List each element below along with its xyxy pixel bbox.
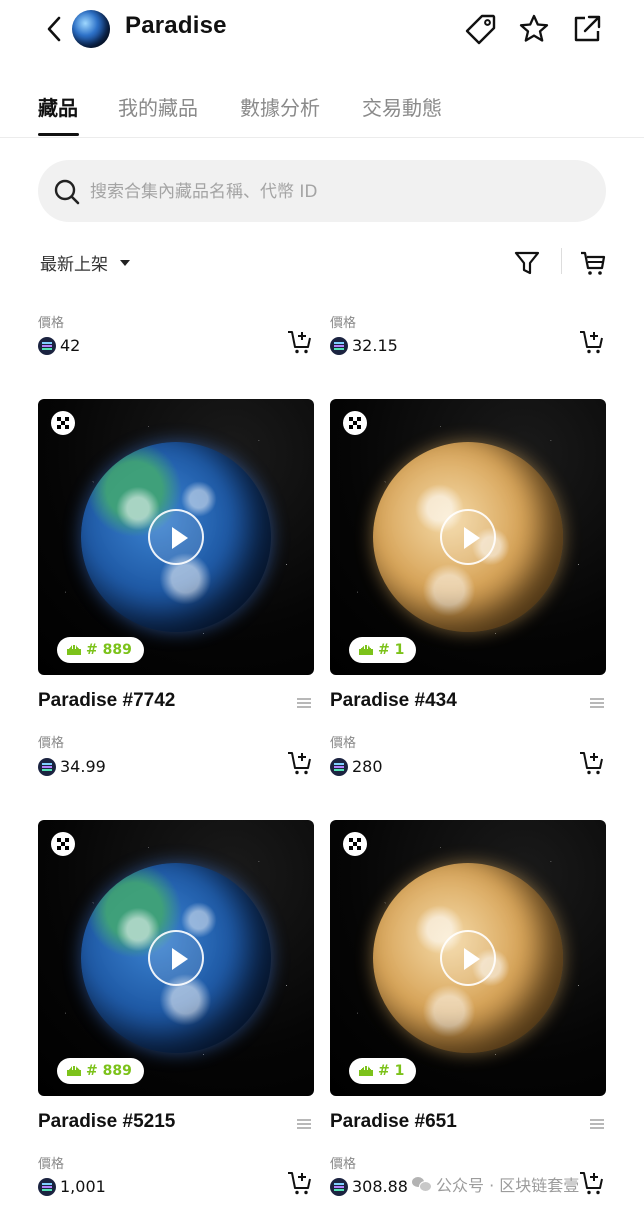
- price: 34.99: [38, 757, 106, 776]
- crown-icon: [67, 645, 81, 655]
- price: 308.88: [330, 1177, 408, 1196]
- rank-badge: # 1: [349, 637, 417, 663]
- price-label: 價格: [330, 316, 357, 331]
- rank-value: # 889: [86, 1063, 132, 1079]
- rank-badge: # 889: [57, 1058, 144, 1084]
- sort-label: 最新上架: [40, 255, 108, 275]
- nft-name[interactable]: Paradise #651: [330, 1111, 457, 1133]
- share-button[interactable]: [570, 12, 604, 46]
- cart-plus-icon: [288, 331, 311, 354]
- nft-name[interactable]: Paradise #7742: [38, 690, 175, 712]
- sort-dropdown[interactable]: 最新上架: [40, 250, 130, 275]
- external-link-icon: [574, 15, 601, 42]
- marketplace-logo-icon: [51, 832, 75, 856]
- nft-card-image[interactable]: # 889: [38, 399, 314, 675]
- chevron-left-icon: [47, 16, 61, 42]
- filter-button[interactable]: [510, 246, 544, 280]
- price-label: 價格: [38, 316, 65, 331]
- price-label: 價格: [38, 736, 65, 751]
- tab-activity[interactable]: 交易動態: [362, 92, 442, 121]
- cart-button[interactable]: [576, 246, 610, 280]
- search-bar[interactable]: [38, 160, 606, 222]
- play-icon[interactable]: [148, 930, 204, 986]
- star-icon: [519, 14, 549, 42]
- crown-icon: [359, 1066, 373, 1076]
- rank-value: # 1: [378, 642, 405, 658]
- tab-analytics[interactable]: 數據分析: [240, 92, 320, 121]
- top-bar: Paradise: [0, 0, 644, 62]
- cart-icon: [581, 251, 606, 275]
- token-icon: [330, 757, 348, 776]
- more-menu-icon[interactable]: [297, 1118, 311, 1130]
- filter-icon: [514, 251, 540, 275]
- token-icon: [330, 336, 348, 355]
- cart-plus-icon: [288, 752, 311, 775]
- token-icon: [38, 1177, 56, 1196]
- add-to-cart-button[interactable]: [285, 1168, 315, 1198]
- crown-icon: [359, 645, 373, 655]
- marketplace-logo-icon: [343, 411, 367, 435]
- rank-badge: # 1: [349, 1058, 417, 1084]
- search-icon: [54, 179, 80, 205]
- nft-card-image[interactable]: # 1: [330, 820, 606, 1096]
- play-icon[interactable]: [148, 509, 204, 565]
- crown-icon: [67, 1066, 81, 1076]
- rank-badge: # 889: [57, 637, 144, 663]
- nft-card-image[interactable]: # 889: [38, 820, 314, 1096]
- add-to-cart-button[interactable]: [285, 327, 315, 357]
- watermark-text: 公众号 · 区块链套壹: [436, 1176, 580, 1195]
- cart-plus-icon: [288, 1172, 311, 1195]
- cart-plus-icon: [580, 752, 603, 775]
- price: 280: [330, 757, 383, 776]
- nft-name[interactable]: Paradise #434: [330, 690, 457, 712]
- price-value: 34.99: [60, 757, 106, 776]
- rank-value: # 1: [378, 1063, 405, 1079]
- price-label: 價格: [38, 1157, 65, 1172]
- cart-plus-icon: [580, 331, 603, 354]
- tab-my-collectibles[interactable]: 我的藏品: [118, 92, 198, 121]
- price: 32.15: [330, 336, 398, 355]
- play-icon[interactable]: [440, 930, 496, 986]
- watermark: 公众号 · 区块链套壹: [412, 1172, 579, 1196]
- back-button[interactable]: [40, 12, 68, 46]
- add-to-cart-button[interactable]: [285, 748, 315, 778]
- more-menu-icon[interactable]: [297, 697, 311, 709]
- price-value: 280: [352, 757, 383, 776]
- tab-collectibles[interactable]: 藏品: [38, 92, 78, 121]
- token-icon: [38, 336, 56, 355]
- collection-title: Paradise: [125, 12, 227, 39]
- add-to-cart-button[interactable]: [577, 327, 607, 357]
- tab-bar: 藏品 我的藏品 數據分析 交易動態: [0, 80, 644, 138]
- more-menu-icon[interactable]: [590, 1118, 604, 1130]
- price-label: 價格: [330, 736, 357, 751]
- divider: [561, 248, 562, 274]
- favorite-button[interactable]: [517, 12, 551, 46]
- search-input[interactable]: [90, 178, 590, 206]
- token-icon: [38, 757, 56, 776]
- play-icon[interactable]: [440, 509, 496, 565]
- tag-button[interactable]: [464, 12, 498, 46]
- marketplace-logo-icon: [343, 832, 367, 856]
- add-to-cart-button[interactable]: [577, 748, 607, 778]
- rank-value: # 889: [86, 642, 132, 658]
- price-value: 1,001: [60, 1177, 106, 1196]
- price: 1,001: [38, 1177, 106, 1196]
- more-menu-icon[interactable]: [590, 697, 604, 709]
- nft-name[interactable]: Paradise #5215: [38, 1111, 175, 1133]
- price-value: 42: [60, 336, 81, 355]
- marketplace-logo-icon: [51, 411, 75, 435]
- active-tab-indicator: [38, 133, 79, 136]
- cart-plus-icon: [580, 1172, 603, 1195]
- nft-card-image[interactable]: # 1: [330, 399, 606, 675]
- tag-icon: [465, 14, 496, 45]
- price-value: 308.88: [352, 1177, 408, 1196]
- add-to-cart-button[interactable]: [577, 1168, 607, 1198]
- token-icon: [330, 1177, 348, 1196]
- price: 42: [38, 336, 80, 355]
- caret-down-icon: [120, 259, 130, 266]
- price-value: 32.15: [352, 336, 398, 355]
- wechat-icon: [412, 1177, 432, 1192]
- price-label: 價格: [330, 1157, 357, 1172]
- collection-avatar: [72, 10, 110, 48]
